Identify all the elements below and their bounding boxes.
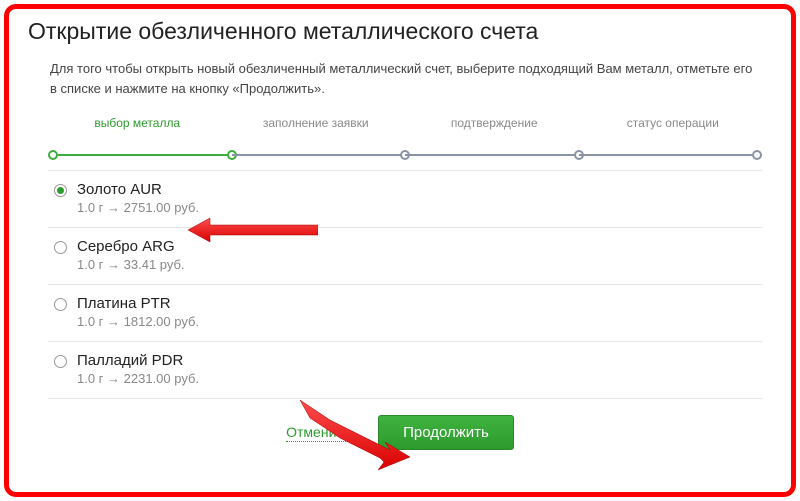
option-body: Серебро ARG 1.0 г → 33.41 руб. — [77, 238, 758, 274]
metal-option-arg[interactable]: Серебро ARG 1.0 г → 33.41 руб. — [48, 228, 762, 285]
track-segment — [579, 154, 753, 156]
radio-icon — [54, 298, 67, 311]
option-price: 1.0 г → 33.41 руб. — [77, 257, 185, 272]
metal-option-pdr[interactable]: Палладий PDR 1.0 г → 2231.00 руб. — [48, 342, 762, 399]
radio-icon — [54, 241, 67, 254]
track-segment — [232, 154, 406, 156]
option-label: Палладий PDR — [77, 352, 183, 369]
intro-text: Для того чтобы открыть новый обезличенны… — [28, 59, 772, 98]
radio-icon — [54, 184, 67, 197]
cancel-link[interactable]: Отменить — [286, 424, 350, 442]
step-fill-form: заполнение заявки — [227, 116, 406, 136]
step-confirm: подтверждение — [405, 116, 584, 136]
option-label: Серебро ARG — [77, 238, 175, 255]
option-price: 1.0 г → 1812.00 руб. — [77, 314, 199, 329]
track-segment — [405, 154, 579, 156]
option-body: Палладий PDR 1.0 г → 2231.00 руб. — [77, 352, 758, 388]
option-price: 1.0 г → 2231.00 руб. — [77, 371, 199, 386]
option-body: Платина PTR 1.0 г → 1812.00 руб. — [77, 295, 758, 331]
option-body: Золото AUR 1.0 г → 2751.00 руб. — [77, 181, 758, 217]
metal-options-list: Золото AUR 1.0 г → 2751.00 руб. Серебро … — [48, 170, 762, 399]
radio-icon — [54, 355, 67, 368]
option-label: Золото AUR — [77, 181, 162, 198]
track-segment — [58, 154, 232, 156]
step-dot-icon — [48, 150, 58, 160]
progress-stepper: выбор металла заполнение заявки подтверж… — [28, 116, 772, 136]
metal-option-ptr[interactable]: Платина PTR 1.0 г → 1812.00 руб. — [48, 285, 762, 342]
metal-option-aur[interactable]: Золото AUR 1.0 г → 2751.00 руб. — [48, 171, 762, 228]
continue-button[interactable]: Продолжить — [378, 415, 514, 450]
page-container: Открытие обезличенного металлического сч… — [0, 0, 800, 468]
step-status: статус операции — [584, 116, 763, 136]
option-price: 1.0 г → 2751.00 руб. — [77, 200, 199, 215]
page-title: Открытие обезличенного металлического сч… — [28, 18, 772, 45]
stepper-track — [28, 150, 772, 160]
action-bar: Отменить Продолжить — [28, 415, 772, 450]
option-label: Платина PTR — [77, 295, 171, 312]
step-select-metal: выбор металла — [48, 116, 227, 136]
step-dot-icon — [752, 150, 762, 160]
